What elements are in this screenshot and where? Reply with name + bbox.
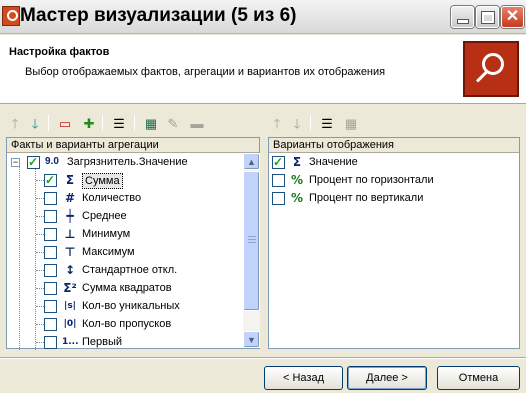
option-label: Процент по вертикали [309, 192, 424, 204]
minimum-icon: ⊥ [64, 227, 76, 241]
item-label: Среднее [82, 210, 127, 222]
item-checkbox[interactable] [44, 210, 57, 223]
std-dev-icon: ↕ [64, 263, 76, 277]
percent-horizontal-icon: % [290, 173, 304, 187]
item-label: Минимум [82, 228, 131, 240]
option-checkbox[interactable] [272, 153, 285, 171]
tree-item[interactable]: # Количество [7, 189, 243, 207]
move-up-icon[interactable]: 🡑 [6, 114, 24, 132]
title-bar[interactable]: Мастер визуализации (5 из 6) ✕ [0, 0, 526, 34]
minimize-button[interactable] [451, 6, 474, 28]
option-checkbox[interactable] [272, 192, 285, 205]
minimize-icon [457, 20, 468, 23]
display-panel-heading: Варианты отображения [269, 138, 519, 153]
tree-item[interactable]: 1... Первый [7, 333, 243, 351]
item-checkbox[interactable] [44, 246, 57, 259]
item-checkbox[interactable] [44, 336, 57, 349]
item-label: Сумма квадратов [82, 282, 172, 294]
item-label: Максимум [82, 246, 135, 258]
item-label: Кол-во пропусков [82, 318, 172, 330]
list-view-icon[interactable]: ☰ [110, 114, 128, 132]
item-checkbox[interactable] [44, 264, 57, 277]
sum-icon: Σ [292, 155, 302, 169]
item-label: Сумма [82, 173, 123, 189]
fact-badge: 9.0 [45, 156, 59, 167]
tree-item[interactable]: ┿ Среднее [7, 207, 243, 225]
unique-count-icon: |s| [64, 301, 76, 311]
percent-vertical-icon: % [290, 191, 304, 205]
tree-item[interactable]: ⊥ Минимум [7, 225, 243, 243]
cancel-button[interactable]: Отмена [437, 366, 520, 390]
item-label: Количество [82, 192, 142, 204]
item-checkbox[interactable] [44, 228, 57, 241]
facts-toolbar: 🡑 🡓 ▭ ✚ ☰ ▦ ✎ ▬ [6, 113, 262, 133]
maximum-icon: ⊤ [64, 245, 76, 259]
magnifier-icon [463, 41, 519, 97]
facts-tree-panel: Факты и варианты агрегации − 9.0 Загрязн… [6, 137, 260, 351]
item-label: Первый [82, 336, 123, 348]
option-checkbox[interactable] [272, 174, 285, 187]
grid-view-icon[interactable]: ▦ [342, 114, 360, 132]
window-title: Мастер визуализации (5 из 6) [20, 5, 297, 26]
tree-item[interactable]: Σ Сумма [7, 171, 243, 189]
add-fact-icon[interactable]: ✚ [80, 114, 98, 132]
item-checkbox[interactable] [44, 318, 57, 331]
sum-icon: Σ [65, 173, 75, 187]
item-checkbox[interactable] [44, 300, 57, 313]
tree-item[interactable]: ⊤ Максимум [7, 243, 243, 261]
display-options-panel: Варианты отображения Σ Значение% Процент п… [268, 137, 520, 349]
app-icon [2, 6, 20, 26]
scroll-thumb[interactable] [243, 171, 260, 311]
first-icon: 1... [62, 337, 79, 347]
sum-squares-icon: Σ² [63, 281, 77, 295]
maximize-icon [481, 11, 494, 23]
tree-root[interactable]: 9.0 Загрязнитель.Значение [7, 153, 243, 171]
maximize-button[interactable] [476, 6, 499, 28]
scroll-up-button[interactable]: ▲ [243, 153, 260, 170]
average-icon: ┿ [66, 209, 74, 223]
tree-item[interactable]: |0| Кол-во пропусков [7, 315, 243, 333]
option-label: Значение [309, 156, 358, 168]
footer-divider [0, 357, 526, 359]
fact-label: Загрязнитель.Значение [67, 156, 188, 168]
item-checkbox[interactable] [44, 192, 57, 205]
item-label: Кол-во уникальных [82, 300, 180, 312]
list-view-icon[interactable]: ☰ [318, 114, 336, 132]
root-checkbox[interactable] [27, 153, 40, 171]
item-checkbox[interactable] [44, 171, 57, 189]
item-label: Стандартное откл. [82, 264, 178, 276]
tree-item[interactable]: |s| Кол-во уникальных [7, 297, 243, 315]
move-down-icon[interactable]: 🡓 [288, 114, 306, 132]
back-button[interactable]: < Назад [264, 366, 343, 390]
close-button[interactable]: ✕ [501, 6, 524, 28]
step-description: Выбор отображаемых фактов, агрегации и в… [25, 66, 386, 78]
facts-panel-heading: Факты и варианты агрегации [7, 138, 259, 153]
move-up-icon[interactable]: 🡑 [268, 114, 286, 132]
step-title: Настройка фактов [9, 46, 110, 58]
display-toolbar: 🡑 🡓 ☰ ▦ [268, 113, 520, 133]
vertical-scrollbar[interactable]: ▲ ▼ [243, 153, 260, 348]
scroll-down-button[interactable]: ▼ [243, 331, 260, 348]
tree-item[interactable]: Σ² Сумма квадратов [7, 279, 243, 297]
close-icon: ✕ [505, 8, 520, 25]
display-option[interactable]: % Процент по горизонтали [269, 171, 519, 189]
edit-icon[interactable]: ✎ [164, 114, 182, 132]
item-checkbox[interactable] [44, 282, 57, 295]
missing-count-icon: |0| [63, 319, 77, 329]
count-icon: # [64, 191, 76, 205]
display-option[interactable]: % Процент по вертикали [269, 189, 519, 207]
tree-item[interactable]: ↕ Стандартное откл. [7, 261, 243, 279]
option-label: Процент по горизонтали [309, 174, 434, 186]
delete-icon[interactable]: ▬ [188, 114, 206, 132]
next-button[interactable]: Далее > [347, 366, 427, 390]
calculator-icon[interactable]: ▦ [142, 114, 160, 132]
remove-fact-icon[interactable]: ▭ [56, 114, 74, 132]
move-down-icon[interactable]: 🡓 [26, 114, 44, 132]
wizard-header: Настройка фактов Выбор отображаемых факт… [0, 35, 526, 104]
display-option[interactable]: Σ Значение [269, 153, 519, 171]
